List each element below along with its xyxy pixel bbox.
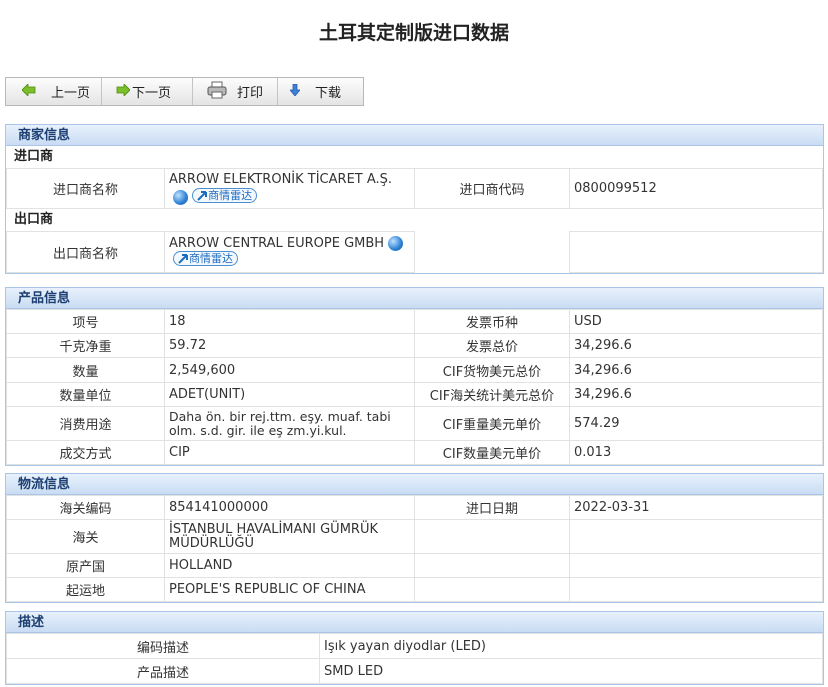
customs-office: İSTANBUL HAVALİMANI GÜMRÜK MÜDÜRLÜĞÜ (164, 519, 415, 554)
print-label: 打印 (237, 86, 264, 101)
empty-cell (414, 519, 570, 554)
next-page-button[interactable]: 下一页 (102, 78, 193, 105)
product-value: USD (569, 309, 823, 334)
description-table: 编码描述 Işık yayan diyodlar (LED) 产品描述 SMD … (6, 633, 823, 684)
description-section: 描述 编码描述 Işık yayan diyodlar (LED) 产品描述 S… (5, 611, 824, 685)
radar-icon (178, 254, 188, 264)
exporter-radar-link[interactable]: 商情雷达 (173, 251, 238, 266)
logistics-table: 海关编码 854141000000 进口日期 2022-03-31 海关 İST… (6, 495, 823, 602)
logistics-section-title: 物流信息 (6, 474, 823, 495)
product-label: 发票总价 (414, 333, 570, 358)
product-section: 产品信息 项号 18 发票币种 USD 千克净重 59.72 发票总价 34,2… (5, 287, 824, 466)
product-description: SMD LED (319, 658, 823, 684)
hs-code-label: 海关编码 (6, 495, 165, 520)
product-value: 59.72 (164, 333, 415, 358)
origin-country: HOLLAND (164, 553, 415, 578)
prev-page-button[interactable]: 上一页 (6, 78, 102, 105)
product-value: Daha ön. bir rej.ttm. eşy. muaf. tabi ol… (164, 406, 415, 441)
download-label: 下载 (315, 86, 342, 101)
exporter-name: ARROW CENTRAL EUROPE GMBH (169, 236, 385, 251)
description-section-title: 描述 (6, 612, 823, 633)
empty-cell (414, 553, 570, 578)
importer-code-label: 进口商代码 (414, 168, 570, 209)
product-value: 34,296.6 (569, 357, 823, 383)
importer-name-cell: ARROW ELEKTRONİK TİCARET A.Ş. 商情雷达 (164, 168, 415, 209)
importer-table: 进口商名称 ARROW ELEKTRONİK TİCARET A.Ş. 商情雷达… (6, 168, 823, 209)
product-label: 数量 (6, 357, 165, 383)
prev-page-label: 上一页 (51, 86, 91, 101)
exporter-name-label: 出口商名称 (6, 231, 165, 273)
product-value: 0.013 (569, 440, 823, 465)
product-value: 574.29 (569, 406, 823, 441)
product-value: ADET(UNIT) (164, 382, 415, 407)
customs-label: 海关 (6, 519, 165, 554)
empty-cell (569, 577, 823, 602)
importer-name: ARROW ELEKTRONİK TİCARET A.Ş. (169, 172, 393, 187)
import-date-label: 进口日期 (414, 495, 570, 520)
product-label: 发票币种 (414, 309, 570, 334)
exporter-name-cell: ARROW CENTRAL EUROPE GMBH 商情雷达 (164, 231, 415, 273)
download-button[interactable]: 下载 (278, 78, 363, 105)
product-description-label: 产品描述 (6, 658, 320, 684)
product-label: CIF海关统计美元总价 (414, 382, 570, 407)
product-value: 34,296.6 (569, 333, 823, 358)
empty-cell (569, 519, 823, 554)
code-description: Işık yayan diyodlar (LED) (319, 633, 823, 659)
toolbar: 上一页 下一页 打印 下载 (5, 77, 364, 106)
product-label: CIF货物美元总价 (414, 357, 570, 383)
departure-label: 起运地 (6, 577, 165, 602)
import-date: 2022-03-31 (569, 495, 823, 520)
product-table: 项号 18 发票币种 USD 千克净重 59.72 发票总价 34,296.6 … (6, 309, 823, 465)
departure-place: PEOPLE'S REPUBLIC OF CHINA (164, 577, 415, 602)
printer-icon (207, 81, 227, 103)
importer-name-label: 进口商名称 (6, 168, 165, 209)
importer-subheading: 进口商 (14, 149, 54, 164)
product-label: 千克净重 (6, 333, 165, 358)
empty-cell (569, 231, 823, 273)
arrow-right-icon (116, 82, 131, 100)
exporter-subheading: 出口商 (14, 212, 54, 227)
importer-code: 0800099512 (569, 168, 823, 209)
merchant-section-title: 商家信息 (6, 125, 823, 146)
importer-radar-link[interactable]: 商情雷达 (192, 188, 258, 203)
origin-country-label: 原产国 (6, 553, 165, 578)
product-label: 成交方式 (6, 440, 165, 465)
code-description-label: 编码描述 (6, 633, 320, 659)
product-label: 数量单位 (6, 382, 165, 407)
print-button[interactable]: 打印 (193, 78, 278, 105)
product-label: CIF重量美元单价 (414, 406, 570, 441)
product-label: CIF数量美元单价 (414, 440, 570, 465)
download-arrow-icon (289, 83, 301, 100)
merchant-section: 商家信息 进口商 进口商名称 ARROW ELEKTRONİK TİCARET … (5, 124, 824, 274)
product-section-title: 产品信息 (6, 288, 823, 309)
hs-code: 854141000000 (164, 495, 415, 520)
page-title: 土耳其定制版进口数据 (318, 22, 509, 44)
product-value: 2,549,600 (164, 357, 415, 383)
empty-cell (569, 553, 823, 578)
product-value: 18 (164, 309, 415, 334)
importer-radar-label: 商情雷达 (208, 189, 253, 202)
arrow-left-icon (21, 82, 36, 100)
globe-icon[interactable] (173, 190, 188, 205)
product-label: 项号 (6, 309, 165, 334)
exporter-radar-label: 商情雷达 (189, 252, 233, 265)
product-label: 消费用途 (6, 406, 165, 441)
product-value: CIP (164, 440, 415, 465)
globe-icon[interactable] (388, 236, 404, 251)
empty-cell (414, 231, 570, 273)
empty-cell (414, 577, 570, 602)
next-page-label: 下一页 (132, 86, 172, 101)
logistics-section: 物流信息 海关编码 854141000000 进口日期 2022-03-31 海… (5, 473, 824, 603)
exporter-table: 出口商名称 ARROW CENTRAL EUROPE GMBH 商情雷达 (6, 231, 823, 273)
product-value: 34,296.6 (569, 382, 823, 407)
radar-icon (197, 191, 208, 201)
